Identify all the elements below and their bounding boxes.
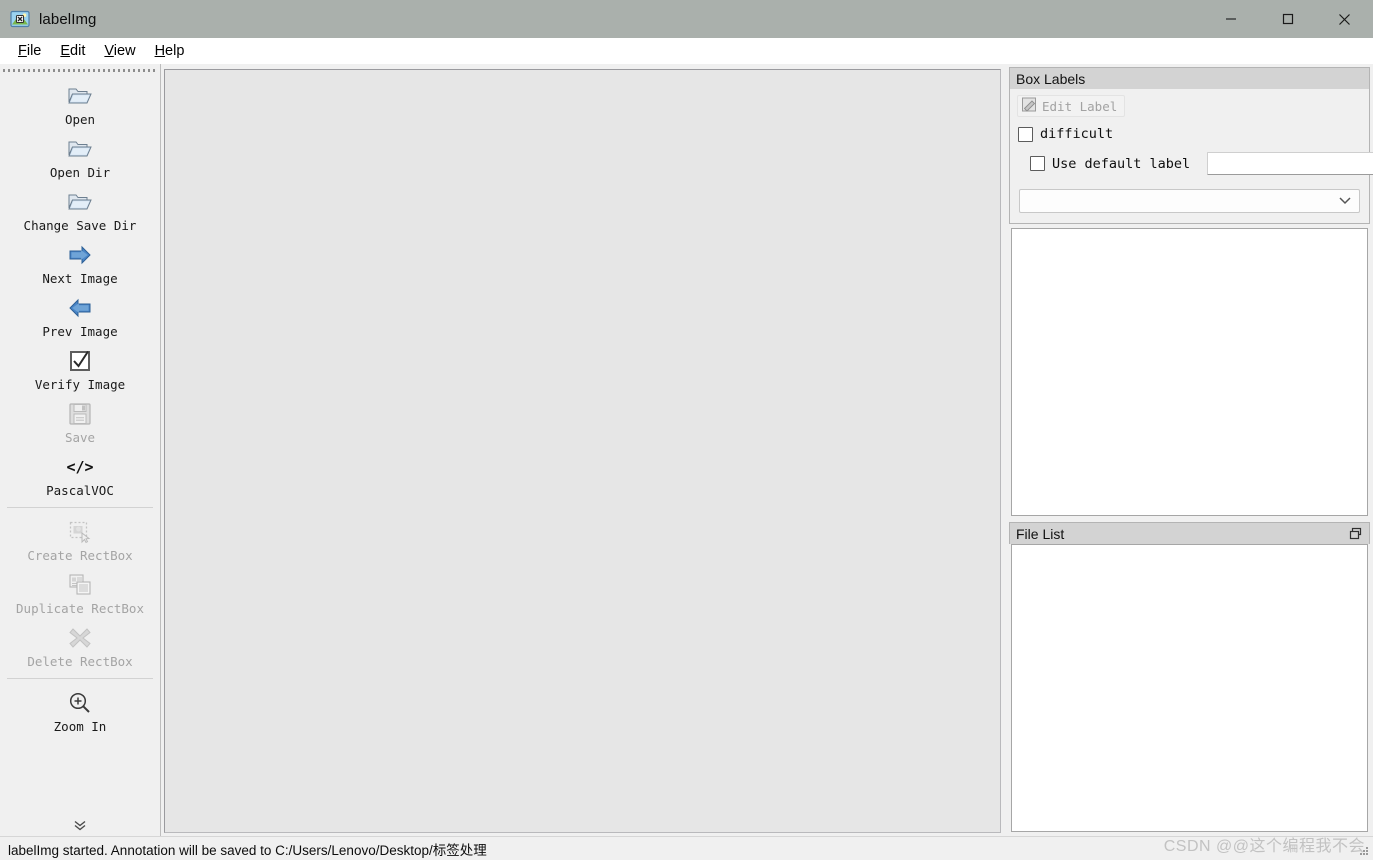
menu-view[interactable]: View [95, 40, 145, 62]
box-labels-title: Box Labels [1016, 70, 1086, 87]
image-label-icon [10, 9, 30, 29]
arrow-left-icon [65, 293, 95, 323]
difficult-checkbox-label: difficult [1040, 126, 1114, 142]
menu-edit-mnemonic: E [60, 42, 71, 59]
difficult-checkbox-row[interactable]: difficult [1018, 126, 1363, 142]
box-labels-list[interactable] [1011, 228, 1368, 516]
edit-label-button-text: Edit Label [1042, 98, 1118, 114]
menu-help-mnemonic: H [154, 42, 166, 59]
window-title: labelImg [39, 10, 97, 28]
titlebar: labelImg [0, 0, 1373, 38]
use-default-label-checkbox[interactable] [1030, 156, 1045, 171]
toolbar-button-format-pascalvoc[interactable]: </> PascalVOC [0, 448, 160, 501]
label-combobox[interactable] [1019, 189, 1360, 213]
close-button[interactable] [1316, 0, 1373, 38]
menu-edit-rest: dit [70, 42, 86, 59]
toolbar-button-open[interactable]: Open [0, 77, 160, 130]
image-canvas[interactable] [164, 69, 1001, 833]
menu-view-rest: iew [113, 42, 136, 59]
toolbar-button-open-dir[interactable]: Open Dir [0, 130, 160, 183]
menu-view-mnemonic: V [104, 42, 114, 59]
toolbar-label-change-save-dir: Change Save Dir [23, 218, 137, 233]
maximize-button[interactable] [1259, 0, 1316, 38]
toolbar-button-create-rectbox[interactable]: Create RectBox [0, 513, 160, 566]
file-list-title: File List [1016, 525, 1065, 542]
labelimg-window: labelImg File Edit View Help Open Open D… [0, 0, 1373, 860]
toolbar-drag-handle[interactable] [3, 66, 156, 75]
box-labels-controls: Edit Label difficult Use default label [1009, 89, 1373, 224]
open-folder-icon [65, 134, 95, 164]
toolbar-button-duplicate-rectbox[interactable]: Duplicate RectBox [0, 566, 160, 619]
toolbar-label-next-image: Next Image [42, 271, 118, 286]
arrow-right-icon [65, 240, 95, 270]
default-label-input[interactable] [1207, 152, 1373, 175]
toolbar-button-delete-rectbox[interactable]: Delete RectBox [0, 619, 160, 672]
difficult-checkbox[interactable] [1018, 126, 1033, 142]
toolbar-label-delete-rectbox: Delete RectBox [27, 654, 133, 669]
chevron-double-down-icon[interactable] [0, 814, 160, 836]
toolbar-label-save: Save [64, 430, 96, 445]
toolbar-label-create-rectbox: Create RectBox [27, 548, 133, 563]
code-tags-icon: </> [65, 452, 95, 482]
toolbar-button-change-save-dir[interactable]: Change Save Dir [0, 183, 160, 236]
toolbar-button-prev-image[interactable]: Prev Image [0, 289, 160, 342]
zoom-in-icon [65, 688, 95, 718]
svg-text:</>: </> [66, 458, 93, 476]
toolbar-button-verify-image[interactable]: Verify Image [0, 342, 160, 395]
edit-pencil-icon [1021, 96, 1038, 116]
toolbar-label-duplicate-rectbox: Duplicate RectBox [16, 601, 144, 616]
open-folder-icon [65, 187, 95, 217]
use-default-label-label: Use default label [1052, 155, 1191, 172]
edit-label-button[interactable]: Edit Label [1017, 95, 1126, 117]
menu-help-rest: elp [165, 42, 185, 59]
main-body: Open Open Dir Change Save Dir Next Image… [0, 64, 1373, 836]
toolbar-button-zoom-in[interactable]: Zoom In [0, 684, 160, 737]
left-toolbar: Open Open Dir Change Save Dir Next Image… [0, 64, 161, 836]
undock-icon[interactable] [1347, 526, 1363, 542]
right-dock: Box Labels Edit Label difficult Use defa… [1005, 64, 1373, 836]
toolbar-separator-2 [7, 678, 153, 679]
duplicate-rect-icon [65, 570, 95, 600]
status-message: labelImg started. Annotation will be sav… [8, 842, 487, 858]
menu-file-rest: ile [26, 42, 42, 59]
toolbar-label-zoom-in: Zoom In [53, 719, 107, 734]
toolbar-label-open-dir: Open Dir [49, 165, 111, 180]
file-list[interactable] [1011, 544, 1368, 832]
menu-edit[interactable]: Edit [51, 40, 95, 62]
box-labels-header: Box Labels [1009, 67, 1370, 89]
toolbar-label-prev-image: Prev Image [42, 324, 118, 339]
checkbox-check-icon [65, 346, 95, 376]
canvas-area [161, 64, 1005, 836]
toolbar-button-save[interactable]: Save [0, 395, 160, 448]
toolbar-items: Open Open Dir Change Save Dir Next Image… [0, 75, 160, 814]
minimize-button[interactable] [1202, 0, 1259, 38]
menu-file-mnemonic: F [18, 42, 27, 59]
chevron-down-icon [1338, 194, 1352, 209]
floppy-save-icon [65, 399, 95, 429]
menu-help[interactable]: Help [146, 40, 195, 62]
file-list-header: File List [1009, 522, 1370, 544]
toolbar-label-verify-image: Verify Image [34, 377, 126, 392]
toolbar-label-format-pascalvoc: PascalVOC [46, 483, 114, 498]
menu-file[interactable]: File [9, 40, 51, 62]
resize-grip[interactable] [1358, 845, 1370, 857]
window-controls [1202, 0, 1373, 38]
use-default-label-row: Use default label [1030, 152, 1373, 175]
toolbar-label-open: Open [64, 112, 96, 127]
toolbar-button-next-image[interactable]: Next Image [0, 236, 160, 289]
toolbar-separator-1 [7, 507, 153, 508]
menubar: File Edit View Help [0, 38, 1373, 64]
statusbar: labelImg started. Annotation will be sav… [0, 836, 1373, 860]
delete-cross-icon [65, 623, 95, 653]
open-folder-icon [65, 81, 95, 111]
create-rect-icon [65, 517, 95, 547]
